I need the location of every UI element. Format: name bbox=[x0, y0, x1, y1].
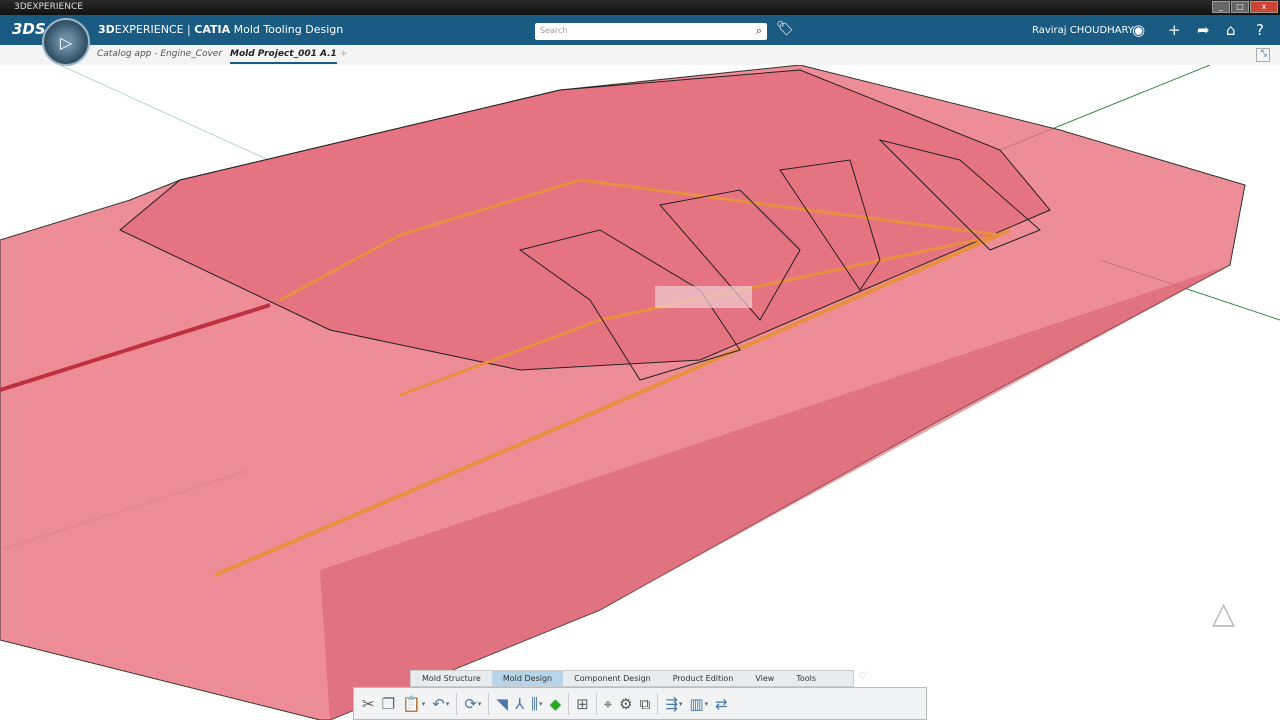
parting-icon[interactable]: ◥ bbox=[496, 695, 508, 713]
avatar-icon[interactable]: ◉ bbox=[1132, 21, 1145, 39]
maximize-button[interactable]: □ bbox=[1231, 1, 1249, 13]
close-button[interactable]: x bbox=[1250, 1, 1278, 13]
help-icon[interactable]: ? bbox=[1256, 21, 1264, 39]
document-tabs: Catalog app - Engine_Cover Mold Project_… bbox=[0, 45, 1280, 65]
undo-icon[interactable]: ↶ bbox=[432, 695, 445, 713]
context-toolbar[interactable] bbox=[655, 286, 752, 308]
home-icon[interactable]: ⌂ bbox=[1226, 21, 1236, 39]
share-icon[interactable]: ➦ bbox=[1197, 21, 1210, 39]
tab-view[interactable]: View bbox=[744, 671, 785, 686]
action-bar: ✂ ❐ 📋 ▾ ↶ ▾ ⟳ ▾ ◥ ⅄ ⫼ ▾ ◆ ⊞ ⌖ ⚙ ⧉ ⇶ ▾ ▥ ▾ ⇄ bbox=[353, 687, 927, 720]
pins-icon[interactable]: ⫼ bbox=[531, 695, 538, 713]
search-icon[interactable]: ⌕ bbox=[756, 24, 762, 38]
component-icon[interactable]: ▥ bbox=[689, 695, 703, 713]
tag-icon[interactable]: 🏷 bbox=[776, 21, 794, 37]
collapse-icon[interactable]: ⤡ bbox=[1256, 48, 1270, 62]
tab-mold-design[interactable]: Mold Design bbox=[491, 671, 564, 686]
separator bbox=[488, 692, 490, 715]
user-name[interactable]: Raviraj CHOUDHARY bbox=[1032, 25, 1134, 36]
tab-mold-project[interactable]: Mold Project_001 A.1 bbox=[230, 49, 337, 64]
tab-tools[interactable]: Tools bbox=[785, 671, 827, 686]
feature-icon[interactable]: ⇶ bbox=[665, 695, 678, 713]
chevron-down-icon[interactable]: ♡ bbox=[858, 671, 867, 682]
window-titlebar: 3DEXPERIENCE _ □ x bbox=[0, 0, 1280, 15]
cut-icon[interactable]: ✂ bbox=[362, 695, 375, 713]
minimize-button[interactable]: _ bbox=[1212, 1, 1230, 13]
tab-component-design[interactable]: Component Design bbox=[563, 671, 662, 686]
exchange-icon[interactable]: ⇄ bbox=[715, 695, 728, 713]
3ds-logo[interactable]: 3DS bbox=[12, 20, 46, 38]
top-bar: 3DS 3DEXPERIENCE | CATIA Mold Tooling De… bbox=[0, 15, 1280, 45]
separator bbox=[568, 692, 570, 715]
split-icon[interactable]: ⅄ bbox=[515, 695, 524, 713]
assembly-icon[interactable]: ⚙ bbox=[619, 695, 632, 713]
tab-product-edition[interactable]: Product Edition bbox=[662, 671, 745, 686]
tab-mold-structure[interactable]: Mold Structure bbox=[411, 671, 492, 686]
separator bbox=[657, 692, 659, 715]
insert-component-icon[interactable]: ⊞ bbox=[576, 695, 589, 713]
copy-icon[interactable]: ❐ bbox=[382, 695, 395, 713]
paste-icon[interactable]: 📋 bbox=[402, 695, 421, 713]
action-bar-tabs: Mold Structure Mold Design Component Des… bbox=[410, 670, 854, 687]
replace-icon[interactable]: ⧉ bbox=[640, 695, 651, 713]
draft-analysis-icon[interactable]: ◆ bbox=[550, 695, 562, 713]
3d-viewport[interactable] bbox=[0, 65, 1280, 720]
window-title: 3DEXPERIENCE bbox=[14, 2, 83, 12]
separator bbox=[456, 692, 458, 715]
search-input[interactable]: Search ⌕ bbox=[535, 23, 767, 40]
update-icon[interactable]: ⟳ bbox=[464, 695, 477, 713]
compass-play-button[interactable]: ▷ bbox=[42, 18, 90, 66]
app-title: 3DEXPERIENCE | CATIA Mold Tooling Design bbox=[98, 23, 344, 36]
view-triad-icon[interactable]: △ bbox=[1212, 596, 1235, 631]
add-icon[interactable]: + bbox=[1168, 21, 1181, 39]
axis-system-icon[interactable]: ⌖ bbox=[604, 695, 612, 713]
separator bbox=[595, 692, 597, 715]
tab-catalog[interactable]: Catalog app - Engine_Cover bbox=[97, 49, 222, 59]
new-tab-button[interactable]: + bbox=[340, 49, 348, 59]
